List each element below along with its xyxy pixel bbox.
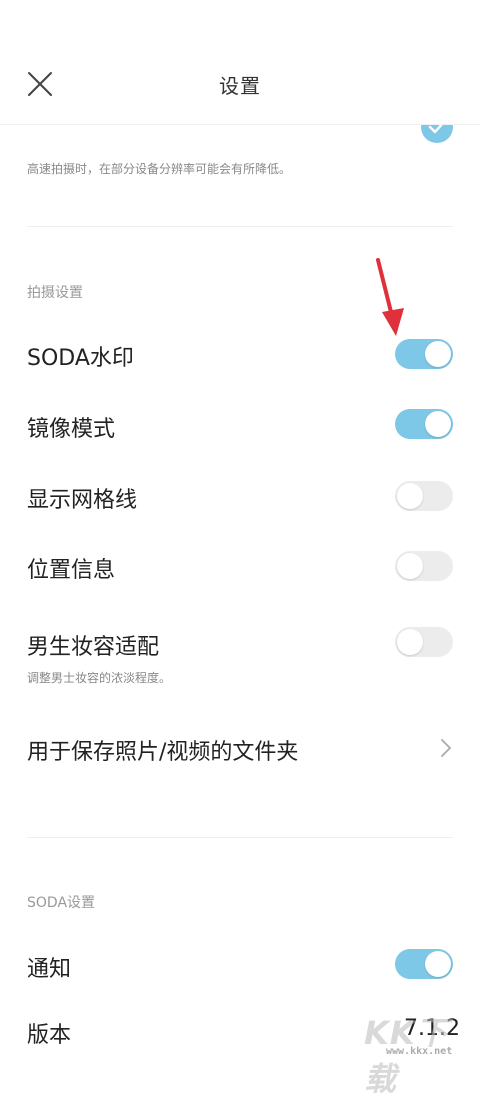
section-label-soda: SODA设置 <box>27 895 96 911</box>
divider <box>27 226 453 227</box>
section-label-capture: 拍摄设置 <box>27 285 83 301</box>
toggle-knob <box>425 951 451 977</box>
toggle-knob <box>397 483 423 509</box>
save-folder-label[interactable]: 用于保存照片/视频的文件夹 <box>27 734 298 766</box>
male-makeup-label: 男生妆容适配 <box>27 635 160 660</box>
mirror-mode-toggle[interactable] <box>395 409 453 439</box>
notify-label: 通知 <box>27 957 72 982</box>
location-info-label: 位置信息 <box>27 558 116 583</box>
mirror-mode-label: 镜像模式 <box>27 417 116 442</box>
version-value: 7.1.2 <box>404 1016 460 1041</box>
red-arrow-icon <box>376 258 404 336</box>
toggle-knob <box>397 629 423 655</box>
location-info-toggle[interactable] <box>395 551 453 581</box>
soda-watermark-label: SODA水印 <box>27 346 134 371</box>
soda-watermark-toggle[interactable] <box>395 339 453 369</box>
high-speed-hint: 高速拍摄时，在部分设备分辨率可能会有所降低。 <box>27 162 292 176</box>
toggle-knob <box>425 411 451 437</box>
male-makeup-toggle[interactable] <box>395 627 453 657</box>
settings-content: 高速拍摄时，在部分设备分辨率可能会有所降低。 拍摄设置 SODA水印 镜像模式 … <box>0 0 480 1098</box>
divider <box>27 837 453 838</box>
toggle-knob <box>425 341 451 367</box>
chevron-right-icon[interactable] <box>438 738 454 758</box>
app-header: 设置 <box>0 0 480 125</box>
watermark-url: www.kkx.net <box>386 1046 453 1057</box>
grid-lines-label: 显示网格线 <box>27 488 138 513</box>
version-label: 版本 <box>27 1023 72 1048</box>
male-makeup-hint: 调整男士妆容的浓淡程度。 <box>27 671 172 685</box>
notify-toggle[interactable] <box>395 949 453 979</box>
page-title: 设置 <box>219 74 261 98</box>
toggle-knob <box>397 553 423 579</box>
grid-lines-toggle[interactable] <box>395 481 453 511</box>
